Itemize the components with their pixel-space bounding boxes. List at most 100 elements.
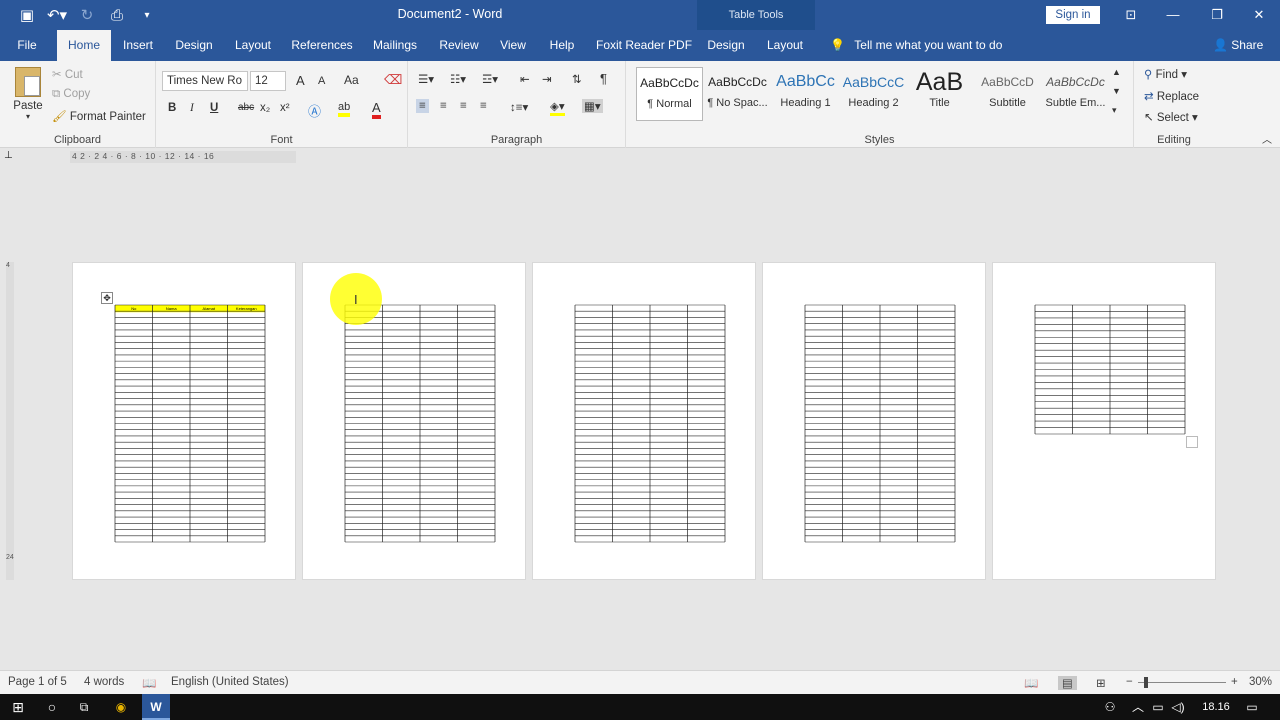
select-button[interactable]: ↖ Select ▾	[1144, 110, 1198, 124]
tab-references[interactable]: References	[290, 30, 354, 61]
people-icon[interactable]: ⚇	[1100, 694, 1120, 720]
sign-in-button[interactable]: Sign in	[1046, 6, 1100, 24]
line-spacing-icon[interactable]: ↕≡▾	[510, 100, 528, 114]
cortana-search-icon[interactable]: ○	[40, 694, 64, 720]
redo-icon[interactable]: ↻	[72, 6, 102, 24]
tab-selector-icon[interactable]: ⊥	[4, 150, 13, 161]
italic-button[interactable]: I	[190, 102, 194, 114]
network-icon[interactable]: ▭	[1150, 694, 1166, 720]
tab-mailings[interactable]: Mailings	[370, 30, 420, 61]
align-center-icon[interactable]: ≡	[440, 100, 447, 112]
windows-start-icon[interactable]: ⊞	[6, 694, 30, 720]
chrome-icon[interactable]: ◉	[108, 694, 134, 720]
undo-icon[interactable]: ↶▾	[42, 6, 72, 24]
word-taskbar-icon[interactable]: W	[142, 694, 170, 720]
tray-chevron-icon[interactable]: ︿	[1130, 694, 1146, 720]
clock[interactable]: 18.16	[1196, 694, 1236, 720]
style-subtitle[interactable]: AaBbCcD Subtitle	[974, 67, 1041, 121]
numbering-icon[interactable]: ☷▾	[450, 72, 466, 86]
text-effects-icon[interactable]: Ⓐ	[308, 101, 321, 120]
styles-more-icon[interactable]: ▾	[1112, 105, 1117, 116]
tab-foxit-reader-pdf[interactable]: Foxit Reader PDF	[596, 30, 692, 61]
read-mode-icon[interactable]: 📖	[1024, 676, 1038, 690]
font-name-combo[interactable]: Times New Ro	[162, 71, 248, 91]
page[interactable]	[532, 262, 756, 580]
restore-icon[interactable]: ❐	[1196, 0, 1238, 30]
clear-formatting-icon[interactable]: ⌫	[384, 72, 402, 88]
table-header-cell[interactable]: No	[131, 306, 137, 311]
customize-icon[interactable]: ▾	[132, 10, 162, 21]
highlight-color-icon[interactable]: ab	[338, 101, 351, 117]
table-header-cell[interactable]: Alamat	[203, 306, 216, 311]
collapse-ribbon-icon[interactable]: ︿	[1262, 131, 1272, 146]
tab-view[interactable]: View	[496, 30, 530, 61]
page[interactable]: No Nama Alamat Keterangan	[72, 262, 296, 580]
subscript-button[interactable]: x₂	[260, 102, 270, 114]
bold-button[interactable]: B	[168, 102, 176, 114]
zoom-slider[interactable]	[1138, 682, 1226, 683]
tab-help[interactable]: Help	[545, 30, 579, 61]
style-normal[interactable]: AaBbCcDc ¶ Normal	[636, 67, 703, 121]
font-color-button[interactable]: A	[372, 100, 381, 119]
volume-icon[interactable]: ◁)	[1170, 694, 1186, 720]
sort-icon[interactable]: ⇅	[572, 72, 582, 86]
table-move-handle-icon[interactable]: ✥	[101, 292, 113, 304]
copy-button[interactable]: ⧉ Copy	[52, 88, 90, 101]
strikethrough-button[interactable]: abc	[238, 102, 254, 113]
horizontal-ruler[interactable]: ⊥ 4 2 · 2 4 · 6 · 8 · 10 · 12 · 14 · 16	[0, 148, 1280, 166]
table-header-cell[interactable]: Keterangan	[236, 306, 257, 311]
align-right-icon[interactable]: ≡	[460, 100, 467, 112]
share-button[interactable]: 👤 Share	[1213, 30, 1263, 61]
shrink-font-button[interactable]: A	[318, 75, 325, 87]
change-case-button[interactable]: Aa	[344, 73, 359, 87]
increase-indent-icon[interactable]: ⇥	[542, 72, 552, 86]
font-size-combo[interactable]: 12	[250, 71, 286, 91]
table-grid[interactable]	[533, 263, 757, 581]
cut-button[interactable]: ✂ Cut	[52, 67, 83, 81]
tab-table-layout[interactable]: Layout	[764, 30, 806, 61]
underline-button[interactable]: U	[210, 102, 218, 114]
page[interactable]	[992, 262, 1216, 580]
tab-home[interactable]: Home	[57, 30, 111, 61]
zoom-level[interactable]: 30%	[1249, 676, 1272, 688]
table-grid[interactable]: No Nama Alamat Keterangan	[73, 263, 297, 581]
web-layout-icon[interactable]: ⊞	[1096, 676, 1106, 690]
justify-icon[interactable]: ≡	[480, 100, 487, 112]
print-layout-icon[interactable]: ▤	[1058, 676, 1077, 690]
format-painter-button[interactable]: 🖌 Format Painter	[52, 109, 146, 123]
tab-layout[interactable]: Layout	[232, 30, 274, 61]
word-count[interactable]: 4 words	[84, 676, 124, 688]
bullets-icon[interactable]: ☰▾	[418, 72, 434, 86]
proofing-icon[interactable]: 📖	[142, 676, 156, 690]
notifications-icon[interactable]: ▭	[1242, 694, 1262, 720]
task-view-icon[interactable]: ⧉	[72, 694, 96, 720]
tell-me-box[interactable]: 💡 Tell me what you want to do	[830, 30, 1002, 61]
style-no-spacing[interactable]: AaBbCcDc ¶ No Spac...	[704, 67, 771, 121]
tab-file[interactable]: File	[8, 30, 46, 61]
align-left-icon[interactable]: ≡	[416, 99, 429, 113]
zoom-thumb[interactable]	[1144, 677, 1148, 688]
decrease-indent-icon[interactable]: ⇤	[520, 72, 530, 86]
paste-button[interactable]: Paste ▾	[10, 67, 46, 121]
save-icon[interactable]: ▣	[12, 6, 42, 24]
zoom-in-icon[interactable]: +	[1231, 676, 1238, 688]
style-subtle-emphasis[interactable]: AaBbCcDc Subtle Em...	[1042, 67, 1109, 121]
tab-design[interactable]: Design	[172, 30, 216, 61]
print-preview-icon[interactable]: ⎙	[102, 7, 132, 24]
tab-review[interactable]: Review	[436, 30, 482, 61]
style-heading-1[interactable]: AaBbCc Heading 1	[772, 67, 839, 121]
document-workspace[interactable]: No Nama Alamat Keterangan	[0, 166, 1280, 670]
styles-scroll-up-icon[interactable]: ▲	[1112, 67, 1121, 77]
tab-insert[interactable]: Insert	[118, 30, 158, 61]
language[interactable]: English (United States)	[171, 676, 289, 688]
table-resize-handle[interactable]	[1186, 436, 1198, 448]
close-icon[interactable]: ✕	[1238, 0, 1280, 30]
style-title[interactable]: AaB Title	[906, 67, 973, 121]
find-button[interactable]: ⚲ Find ▾	[1144, 67, 1187, 81]
multilevel-list-icon[interactable]: ☲▾	[482, 72, 498, 86]
shading-icon[interactable]: ◈▾	[550, 99, 565, 116]
borders-icon[interactable]: ▦▾	[582, 99, 603, 113]
minimize-icon[interactable]: —	[1152, 0, 1194, 30]
page-count[interactable]: Page 1 of 5	[8, 676, 67, 688]
grow-font-button[interactable]: A	[296, 73, 305, 88]
